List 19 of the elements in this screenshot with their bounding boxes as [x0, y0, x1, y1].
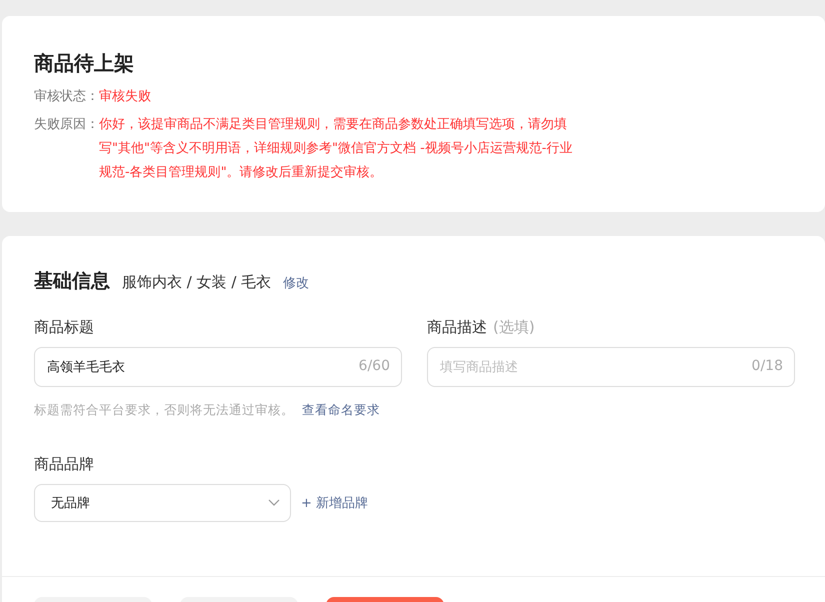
edit-link[interactable]: 修改 — [283, 274, 310, 292]
field-label: 审核状态： — [34, 88, 99, 106]
field-value: 审核失败 — [99, 88, 152, 106]
status-title: 商品待上架 — [34, 51, 135, 75]
category-path: 服饰内衣 / 女装 / 毛衣 — [122, 273, 272, 292]
add-brand-link[interactable]: + 新增品牌 — [301, 494, 368, 512]
field-label: 商品品牌 — [34, 455, 95, 474]
hint-text: 标题需符合平台要求，否则将无法通过审核。 查看命名要求 — [34, 401, 381, 419]
section-title: 基础信息 — [34, 269, 110, 294]
optional-note: (选填) — [493, 318, 535, 337]
chevron-down-icon — [268, 499, 280, 507]
field-label: 商品描述 — [427, 318, 487, 337]
naming-rules-link[interactable]: 查看命名要求 — [302, 402, 380, 417]
field-label: 商品标题 — [34, 318, 94, 337]
field-label: 失败原因： — [34, 116, 99, 134]
char-counter: 6/60 — [358, 358, 390, 374]
brand-select[interactable]: 无品牌 — [34, 484, 291, 522]
field-value: 你好，该提审商品不满足类目管理规则，需要在商品参数处正确填写选项，请勿填写"其他"等含义不明用语，详细规则参考"微信官方文档 -视频号小店运营规范-行业规范-各类目管理规则"。请修改后重新提交审核。 — [99, 116, 574, 182]
char-counter: 0/18 — [752, 358, 783, 374]
